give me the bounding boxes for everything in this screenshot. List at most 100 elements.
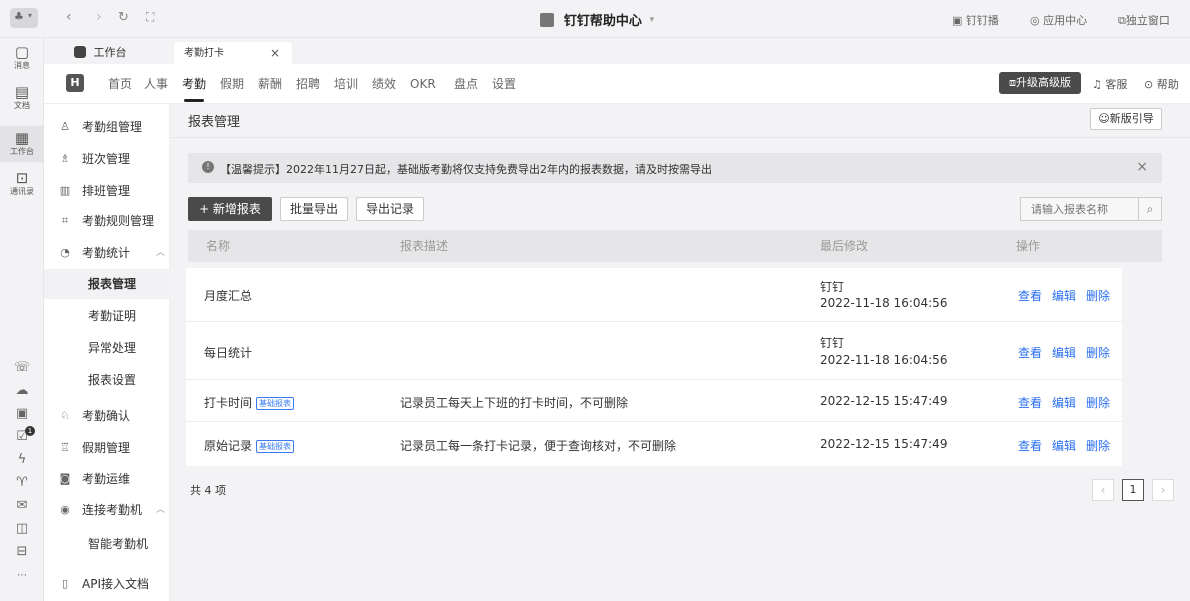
rail-item-messages[interactable]: ▢ 消息	[0, 44, 44, 76]
upgrade-icon: ⧈	[1009, 76, 1016, 89]
shift-icon: ♗	[60, 152, 70, 165]
mail-icon[interactable]: ✉	[14, 498, 30, 514]
report-time: 2022-11-18 16:04:56	[820, 353, 948, 367]
prev-page-button[interactable]: ‹	[1092, 479, 1114, 501]
nav-performance[interactable]: 绩效	[372, 75, 396, 93]
sidebar-item-rules[interactable]: ⌗ 考勤规则管理	[44, 206, 170, 236]
delete-link[interactable]: 删除	[1086, 437, 1110, 454]
export-log-button[interactable]: 导出记录	[356, 197, 424, 221]
new-guide-button[interactable]: ☺新版引导	[1090, 108, 1162, 130]
chevron-up-icon: ︿	[156, 248, 166, 258]
app-center-button[interactable]: ◎ 应用中心	[1030, 12, 1087, 28]
delete-link[interactable]: 删除	[1086, 344, 1110, 361]
sidebar-item-statistics[interactable]: ◔ 考勤统计 ︿	[44, 238, 170, 268]
window-titlebar: ♣ ▾ ‹ › ↻ ⛶ 钉钉帮助中心 ▾ ▣ 钉钉播 ◎ 应用中心 ⧉独立窗口	[0, 0, 1190, 38]
next-page-button[interactable]: ›	[1152, 479, 1174, 501]
nav-okr[interactable]: OKR	[410, 75, 436, 93]
edit-link[interactable]: 编辑	[1052, 437, 1076, 454]
notification-badge: 1	[25, 426, 35, 436]
note-icon[interactable]: ◫	[14, 521, 30, 537]
sidebar-item-scheduling[interactable]: ▥ 排班管理	[44, 176, 170, 206]
add-report-button[interactable]: + 新增报表	[188, 197, 272, 221]
report-management-main: 报表管理 ☺新版引导 ! 【温馨提示】2022年11月27日起，基础版考勤将仅支…	[170, 104, 1190, 601]
batch-export-button[interactable]: 批量导出	[280, 197, 348, 221]
folder-icon[interactable]: ⊟	[14, 544, 30, 560]
view-link[interactable]: 查看	[1018, 394, 1042, 411]
delete-link[interactable]: 删除	[1086, 287, 1110, 304]
tab-attendance[interactable]: 考勤打卡 ×	[174, 42, 292, 64]
sidebar-item-confirm[interactable]: ♘ 考勤确认	[44, 401, 170, 431]
rail-item-contacts[interactable]: ⊡ 通讯录	[0, 170, 44, 202]
table-row[interactable]: 打卡时间 基础报表 记录员工每天上下班的打卡时间，不可删除 2022-12-15 …	[186, 380, 1122, 422]
sidebar-item-exceptions[interactable]: 异常处理	[44, 333, 170, 363]
nav-home[interactable]: 首页	[108, 75, 132, 93]
info-icon: !	[202, 161, 214, 173]
confirm-icon: ♘	[60, 409, 70, 422]
search-icon: ⌕	[1146, 202, 1154, 216]
fullscreen-button[interactable]: ⛶	[146, 10, 154, 25]
report-search-input[interactable]	[1020, 197, 1138, 221]
back-button[interactable]: ‹	[66, 9, 72, 25]
nav-recruit[interactable]: 招聘	[296, 75, 320, 93]
rail-item-docs[interactable]: ▤ 文档	[0, 84, 44, 116]
sidebar-item-attendance-proof[interactable]: 考勤证明	[44, 301, 170, 331]
window-title[interactable]: 钉钉帮助中心 ▾	[540, 10, 654, 29]
col-header-desc: 报表描述	[400, 239, 449, 253]
upgrade-button[interactable]: ⧈升级高级版	[999, 72, 1081, 94]
live-button[interactable]: ▣ 钉钉播	[952, 12, 999, 28]
nav-training[interactable]: 培训	[334, 75, 358, 93]
basic-report-badge: 基础报表	[256, 440, 295, 453]
report-desc: 记录员工每一条打卡记录，便于查询核对，不可删除	[400, 439, 677, 453]
more-icon[interactable]: ⋯	[14, 568, 30, 584]
sidebar-item-shifts[interactable]: ♗ 班次管理	[44, 144, 170, 174]
calendar-icon[interactable]: ▣	[14, 406, 30, 422]
sidebar-item-ops[interactable]: ◙ 考勤运维	[44, 464, 170, 494]
sidebar-item-report-settings[interactable]: 报表设置	[44, 365, 170, 395]
col-header-name: 名称	[206, 239, 231, 253]
help-button[interactable]: ⊙ 帮助	[1144, 76, 1179, 92]
table-row[interactable]: 原始记录 基础报表 记录员工每一条打卡记录，便于查询核对，不可删除 2022-12…	[186, 422, 1122, 466]
sidebar-item-leave[interactable]: ♖ 假期管理	[44, 433, 170, 463]
forward-button[interactable]: ›	[96, 9, 102, 25]
workspace-switcher[interactable]: ♣ ▾	[10, 8, 38, 28]
rail-item-workbench[interactable]: ▦ 工作台	[0, 126, 44, 162]
sidebar-item-groups[interactable]: ♙ 考勤组管理	[44, 112, 170, 142]
tab-workbench[interactable]: 工作台	[64, 42, 174, 64]
leave-icon: ♖	[60, 441, 70, 454]
edit-link[interactable]: 编辑	[1052, 344, 1076, 361]
close-icon[interactable]: ×	[270, 42, 280, 64]
nav-leave[interactable]: 假期	[220, 75, 244, 93]
sidebar-item-devices[interactable]: ◉ 连接考勤机 ︿	[44, 495, 170, 525]
sidebar-item-smart-device[interactable]: 智能考勤机	[44, 529, 170, 559]
api-icon: ▯	[61, 577, 69, 590]
nav-salary[interactable]: 薪酬	[258, 75, 282, 93]
edit-link[interactable]: 编辑	[1052, 394, 1076, 411]
phone-icon[interactable]: ☏	[14, 360, 30, 376]
logo-icon: ♣	[14, 10, 24, 23]
view-link[interactable]: 查看	[1018, 287, 1042, 304]
left-rail: ▢ 消息 ▤ 文档 ▦ 工作台 ⊡ 通讯录 ☏ ☁ ▣ ☑ 1 ϟ ♈ ✉ ◫ …	[0, 38, 44, 601]
delete-link[interactable]: 删除	[1086, 394, 1110, 411]
page-number[interactable]: 1	[1122, 479, 1144, 501]
refresh-button[interactable]: ↻	[118, 10, 129, 25]
sidebar-item-api-docs[interactable]: ▯ API接入文档	[44, 569, 170, 599]
sidebar-item-report-management[interactable]: 报表管理	[44, 269, 170, 299]
search-button[interactable]: ⌕	[1138, 197, 1162, 221]
nav-hr[interactable]: 人事	[144, 75, 168, 93]
table-row[interactable]: 月度汇总 钉钉 2022-11-18 16:04:56 查看 编辑 删除	[186, 268, 1122, 322]
nav-attendance[interactable]: 考勤	[182, 75, 206, 102]
detach-window-button[interactable]: ⧉独立窗口	[1118, 12, 1170, 28]
service-button[interactable]: ♫ 客服	[1092, 76, 1127, 92]
close-icon[interactable]: ×	[1136, 159, 1148, 175]
edit-link[interactable]: 编辑	[1052, 287, 1076, 304]
nav-inventory[interactable]: 盘点	[454, 75, 478, 93]
view-link[interactable]: 查看	[1018, 437, 1042, 454]
project-icon[interactable]: ♈	[14, 475, 30, 491]
report-time: 2022-11-18 16:04:56	[820, 296, 948, 310]
lightning-icon[interactable]: ϟ	[14, 452, 30, 468]
nav-settings[interactable]: 设置	[492, 75, 516, 93]
report-modifier: 钉钉	[820, 336, 845, 350]
cloud-icon[interactable]: ☁	[14, 383, 30, 399]
table-row[interactable]: 每日统计 钉钉 2022-11-18 16:04:56 查看 编辑 删除	[186, 322, 1122, 380]
view-link[interactable]: 查看	[1018, 344, 1042, 361]
